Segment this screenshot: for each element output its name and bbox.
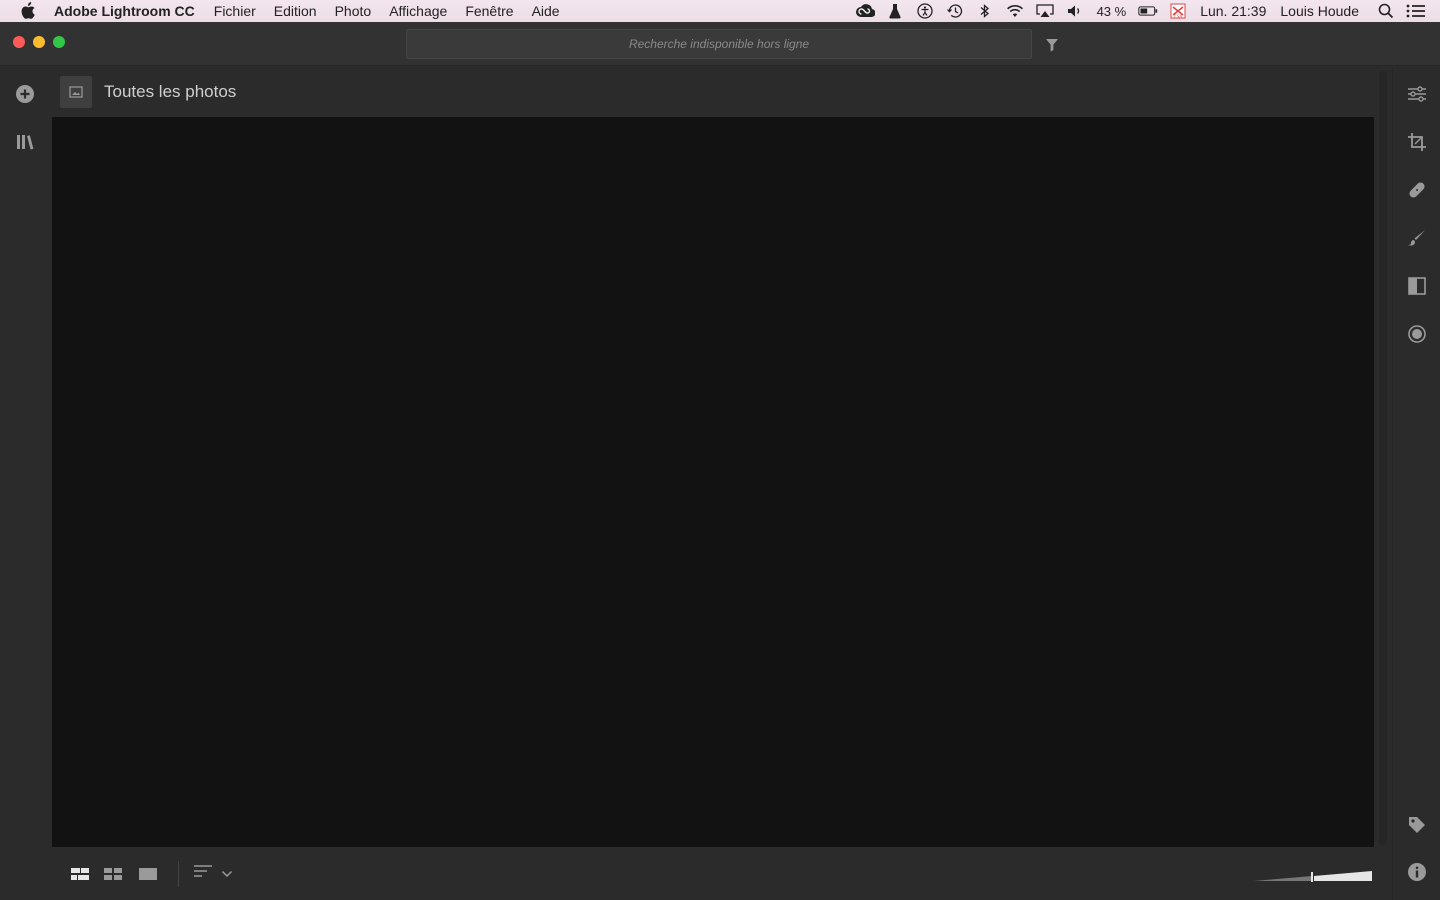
notification-center-icon[interactable]: [1406, 3, 1426, 19]
spotlight-search-icon[interactable]: [1376, 3, 1396, 19]
search-input[interactable]: Recherche indisponible hors ligne: [406, 29, 1032, 59]
brush-icon[interactable]: [1405, 226, 1429, 250]
window-close-button[interactable]: [13, 36, 25, 48]
vertical-scrollbar[interactable]: [1379, 71, 1387, 845]
accessibility-icon[interactable]: [915, 3, 935, 19]
battery-icon[interactable]: [1138, 3, 1158, 19]
tag-icon[interactable]: [1405, 813, 1429, 837]
album-header: Toutes les photos: [52, 67, 1374, 117]
menu-aide[interactable]: Aide: [532, 3, 560, 19]
edit-sliders-icon[interactable]: [1405, 82, 1429, 106]
menu-affichage[interactable]: Affichage: [389, 3, 447, 19]
menu-fenetre[interactable]: Fenêtre: [465, 3, 513, 19]
main-content: Toutes les photos: [52, 67, 1390, 900]
left-rail: [0, 67, 50, 900]
window-maximize-button[interactable]: [53, 36, 65, 48]
page-title: Toutes les photos: [104, 82, 237, 101]
menu-fichier[interactable]: Fichier: [214, 3, 256, 19]
square-grid-view-icon[interactable]: [68, 862, 92, 886]
wifi-icon[interactable]: [1005, 3, 1025, 19]
toolbar-divider: [178, 860, 179, 887]
thumbnail-size-slider[interactable]: [1252, 865, 1374, 883]
clock[interactable]: Lun. 21:39: [1200, 3, 1266, 19]
add-photos-icon[interactable]: [13, 82, 37, 106]
creative-cloud-icon[interactable]: [855, 3, 875, 19]
photo-grid-view-icon[interactable]: [101, 862, 125, 886]
filter-icon[interactable]: [1043, 36, 1061, 54]
input-source-flag-icon[interactable]: CSA: [1168, 3, 1188, 19]
time-machine-icon[interactable]: [945, 3, 965, 19]
sort-icon: [193, 864, 213, 883]
menu-photo[interactable]: Photo: [335, 3, 372, 19]
photo-grid[interactable]: [52, 117, 1374, 847]
flask-icon[interactable]: [885, 3, 905, 19]
radial-gradient-icon[interactable]: [1405, 322, 1429, 346]
airplay-icon[interactable]: [1035, 3, 1055, 19]
svg-text:CSA: CSA: [1174, 14, 1182, 19]
apple-icon[interactable]: [19, 2, 37, 20]
detail-view-icon[interactable]: [136, 862, 160, 886]
menu-edition[interactable]: Edition: [274, 3, 317, 19]
system-menu-bar: Adobe Lightroom CC Fichier Edition Photo…: [0, 0, 1440, 22]
bluetooth-icon[interactable]: [975, 3, 995, 19]
album-thumbnail-icon[interactable]: [60, 76, 92, 108]
user-name[interactable]: Louis Houde: [1280, 3, 1359, 19]
healing-icon[interactable]: [1405, 178, 1429, 202]
bottom-toolbar: [52, 847, 1390, 900]
window-toolbar: Recherche indisponible hors ligne: [0, 22, 1440, 66]
window-minimize-button[interactable]: [33, 36, 45, 48]
crop-icon[interactable]: [1405, 130, 1429, 154]
linear-gradient-icon[interactable]: [1405, 274, 1429, 298]
volume-icon[interactable]: [1065, 3, 1085, 19]
right-rail: [1392, 67, 1440, 900]
battery-percent: 43 %: [1096, 3, 1127, 19]
library-icon[interactable]: [13, 130, 37, 154]
info-icon[interactable]: [1405, 860, 1429, 884]
app-menu-name[interactable]: Adobe Lightroom CC: [54, 3, 195, 19]
chevron-down-icon: [221, 865, 233, 883]
sort-button[interactable]: [193, 864, 233, 883]
